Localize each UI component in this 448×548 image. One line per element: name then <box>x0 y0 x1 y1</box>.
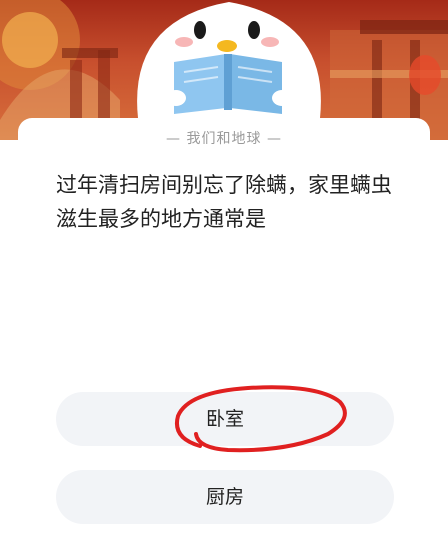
quiz-card: — 我们和地球 — 过年清扫房间别忘了除螨，家里螨虫滋生最多的地方通常是 卧室 … <box>18 118 430 548</box>
option-kitchen-button[interactable]: 厨房 <box>56 470 394 524</box>
topic-label: — 我们和地球 — <box>18 128 430 148</box>
mascot-penguin-icon <box>137 2 321 118</box>
mascot <box>118 0 340 118</box>
book-icon <box>174 54 282 114</box>
topic-text: 我们和地球 <box>186 131 262 147</box>
topic-dash-left: — <box>166 131 182 147</box>
highlight-circle-icon <box>175 385 347 453</box>
question-text: 过年清扫房间别忘了除螨，家里螨虫滋生最多的地方通常是 <box>56 173 392 231</box>
topic-dash-right: — <box>266 131 282 147</box>
